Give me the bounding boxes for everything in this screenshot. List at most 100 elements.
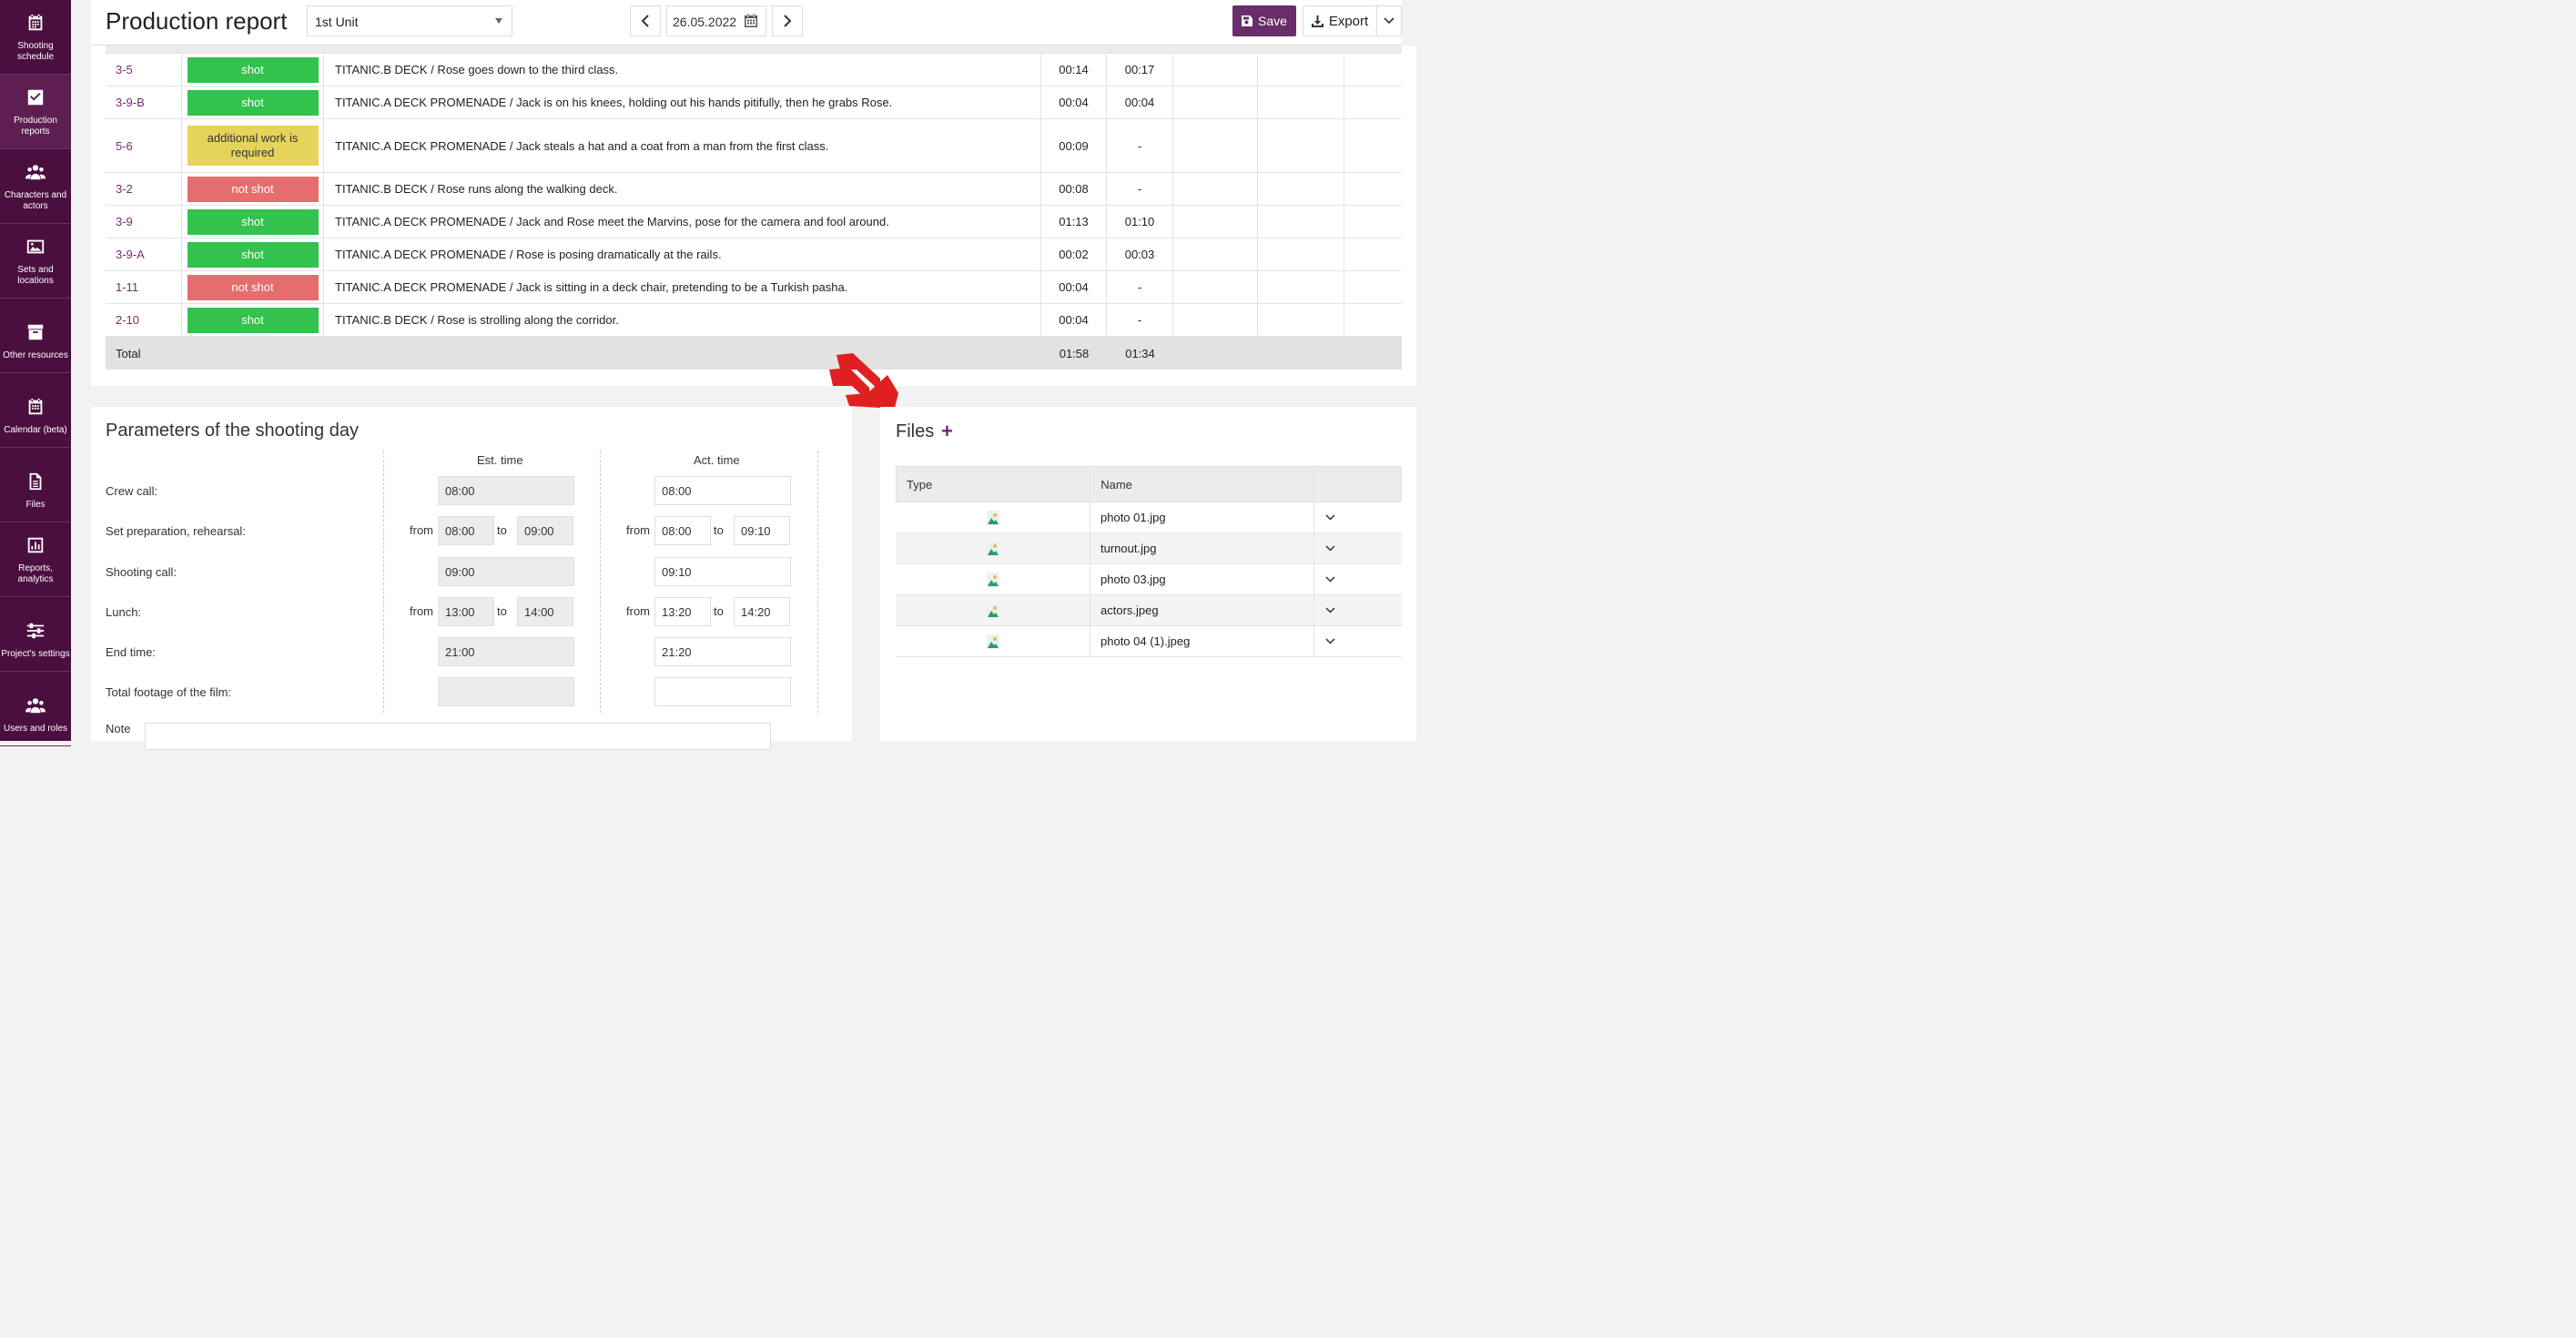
table-row[interactable]: 3-9-B shot TITANIC.A DECK PROMENADE / Jack… bbox=[106, 86, 1402, 119]
footage-est-input[interactable] bbox=[438, 677, 574, 706]
scene-est-time: 00:04 bbox=[1041, 86, 1107, 118]
set-prep-label: Set preparation, rehearsal: bbox=[106, 524, 246, 538]
caret-down-icon bbox=[495, 18, 502, 24]
scene-number[interactable]: 3-9-B bbox=[106, 86, 182, 118]
file-row[interactable]: turnout.jpg bbox=[896, 533, 1402, 564]
sidebar-item-users-and-roles[interactable]: Users and roles bbox=[0, 672, 71, 746]
table-row[interactable]: 2-10 shot TITANIC.B DECK / Rose is strolli… bbox=[106, 304, 1402, 337]
lunch-est-to-input[interactable]: 14:00 bbox=[517, 597, 573, 626]
export-dropdown-button[interactable] bbox=[1377, 5, 1402, 36]
params-title: Parameters of the shooting day bbox=[106, 421, 359, 441]
shooting-call-est-input[interactable]: 09:00 bbox=[438, 557, 574, 586]
scene-est-time: 00:04 bbox=[1041, 271, 1107, 303]
save-button[interactable]: Save bbox=[1232, 5, 1296, 36]
file-name[interactable]: photo 01.jpg bbox=[1090, 502, 1314, 532]
scene-description: TITANIC.A DECK PROMENADE / Jack is on hi… bbox=[324, 86, 1041, 118]
set-prep-act-to-input[interactable]: 09:10 bbox=[734, 516, 790, 545]
status-badge[interactable]: shot bbox=[187, 307, 319, 333]
sidebar-item-projects-settings[interactable]: Project's settings bbox=[0, 597, 71, 672]
end-time-act-input[interactable]: 21:20 bbox=[654, 637, 791, 666]
file-menu-button[interactable] bbox=[1314, 595, 1402, 625]
sidebar-item-characters-and-actors[interactable]: Characters and actors bbox=[0, 149, 71, 224]
table-row[interactable]: 5-6 additional work is required TITANIC.A … bbox=[106, 119, 1402, 173]
file-row[interactable]: photo 04 (1).jpeg bbox=[896, 626, 1402, 657]
sidebar-item-label: Calendar (beta) bbox=[4, 425, 67, 435]
status-badge[interactable]: additional work is required bbox=[187, 126, 319, 166]
file-menu-button[interactable] bbox=[1314, 626, 1402, 656]
table-row[interactable]: 1-11 not shot TITANIC.A DECK PROMENADE / J… bbox=[106, 271, 1402, 304]
scene-number[interactable]: 3-9 bbox=[106, 206, 182, 238]
scene-number[interactable]: 3-9-A bbox=[106, 238, 182, 270]
status-badge[interactable]: shot bbox=[187, 241, 319, 268]
date-input[interactable]: 26.05.2022 bbox=[666, 5, 766, 36]
sidebar-item-calendar-beta[interactable]: Calendar (beta) bbox=[0, 373, 71, 448]
file-name[interactable]: photo 03.jpg bbox=[1090, 564, 1314, 594]
total-row: Total 01:58 01:34 bbox=[106, 337, 1402, 370]
footage-act-input[interactable] bbox=[654, 677, 791, 706]
set-prep-est-to-input[interactable]: 09:00 bbox=[517, 516, 573, 545]
sidebar-item-shooting-schedule[interactable]: Shooting schedule bbox=[0, 0, 71, 75]
act-time-header: Act. time bbox=[694, 453, 740, 467]
sidebar-item-reports-analytics[interactable]: Reports, analytics bbox=[0, 522, 71, 597]
from-label: from bbox=[410, 523, 433, 537]
sidebar-item-other-resources[interactable]: Other resources bbox=[0, 299, 71, 373]
status-badge[interactable]: not shot bbox=[187, 176, 319, 202]
crew-call-est-input[interactable]: 08:00 bbox=[438, 476, 574, 505]
calendar-icon[interactable] bbox=[744, 14, 758, 28]
shooting-call-act-input[interactable]: 09:10 bbox=[654, 557, 791, 586]
scene-number[interactable]: 2-10 bbox=[106, 304, 182, 336]
next-date-button[interactable] bbox=[772, 5, 803, 36]
table-row[interactable]: 3-2 not shot TITANIC.B DECK / Rose runs al… bbox=[106, 173, 1402, 206]
empty-cell bbox=[1173, 271, 1258, 303]
bar-chart-icon bbox=[25, 534, 46, 556]
prev-date-button[interactable] bbox=[630, 5, 661, 36]
file-row[interactable]: actors.jpeg bbox=[896, 595, 1402, 626]
add-file-button[interactable]: + bbox=[941, 420, 953, 443]
scene-number[interactable]: 3-2 bbox=[106, 173, 182, 205]
chevron-down-icon bbox=[1325, 545, 1335, 552]
status-badge[interactable]: shot bbox=[187, 56, 319, 83]
scene-number[interactable]: 3-5 bbox=[106, 54, 182, 86]
file-row[interactable]: photo 03.jpg bbox=[896, 564, 1402, 595]
set-prep-est-from-input[interactable]: 08:00 bbox=[438, 516, 494, 545]
file-menu-button[interactable] bbox=[1314, 502, 1402, 532]
empty-cell bbox=[1173, 173, 1258, 205]
status-badge[interactable]: shot bbox=[187, 208, 319, 235]
scene-description: TITANIC.A DECK PROMENADE / Jack and Rose… bbox=[324, 206, 1041, 238]
file-name[interactable]: actors.jpeg bbox=[1090, 595, 1314, 625]
unit-select[interactable]: 1st Unit bbox=[307, 5, 512, 36]
table-row[interactable]: 3-9 shot TITANIC.A DECK PROMENADE / Jack a… bbox=[106, 206, 1402, 238]
file-menu-button[interactable] bbox=[1314, 564, 1402, 594]
scene-number[interactable]: 5-6 bbox=[106, 119, 182, 172]
lunch-est-from-input[interactable]: 13:00 bbox=[438, 597, 494, 626]
file-menu-button[interactable] bbox=[1314, 533, 1402, 563]
sidebar-item-production-reports[interactable]: Production reports bbox=[0, 75, 71, 149]
sidebar-item-sets-and-locations[interactable]: Sets and locations bbox=[0, 224, 71, 299]
status-badge[interactable]: shot bbox=[187, 89, 319, 116]
table-row[interactable]: 3-5 shot TITANIC.B DECK / Rose goes down t… bbox=[106, 54, 1402, 86]
file-name[interactable]: photo 04 (1).jpeg bbox=[1090, 626, 1314, 656]
total-label: Total bbox=[116, 346, 141, 360]
scenes-table: 3-5 shot TITANIC.B DECK / Rose goes down t… bbox=[106, 46, 1402, 370]
export-label: Export bbox=[1328, 13, 1369, 29]
empty-cell bbox=[1344, 54, 1402, 86]
chevron-left-icon bbox=[641, 15, 649, 27]
sidebar-item-files[interactable]: Files bbox=[0, 448, 71, 522]
to-label: to bbox=[497, 604, 507, 618]
lunch-act-from-input[interactable]: 13:20 bbox=[654, 597, 711, 626]
export-button[interactable]: Export bbox=[1303, 5, 1377, 36]
table-row[interactable]: 3-9-A shot TITANIC.A DECK PROMENADE / Rose… bbox=[106, 238, 1402, 271]
end-time-est-input[interactable]: 21:00 bbox=[438, 637, 574, 666]
files-title: Files bbox=[896, 421, 935, 441]
crew-call-act-input[interactable]: 08:00 bbox=[654, 476, 791, 505]
file-name[interactable]: turnout.jpg bbox=[1090, 533, 1314, 563]
divider bbox=[817, 451, 818, 713]
file-row[interactable]: photo 01.jpg bbox=[896, 502, 1402, 533]
empty-cell bbox=[1258, 304, 1344, 336]
set-prep-act-from-input[interactable]: 08:00 bbox=[654, 516, 711, 545]
lunch-act-to-input[interactable]: 14:20 bbox=[734, 597, 790, 626]
scene-number[interactable]: 1-11 bbox=[106, 271, 182, 303]
sidebar: Shooting schedule Production reports Cha… bbox=[0, 0, 71, 746]
note-textarea[interactable] bbox=[145, 723, 771, 750]
status-badge[interactable]: not shot bbox=[187, 274, 319, 300]
